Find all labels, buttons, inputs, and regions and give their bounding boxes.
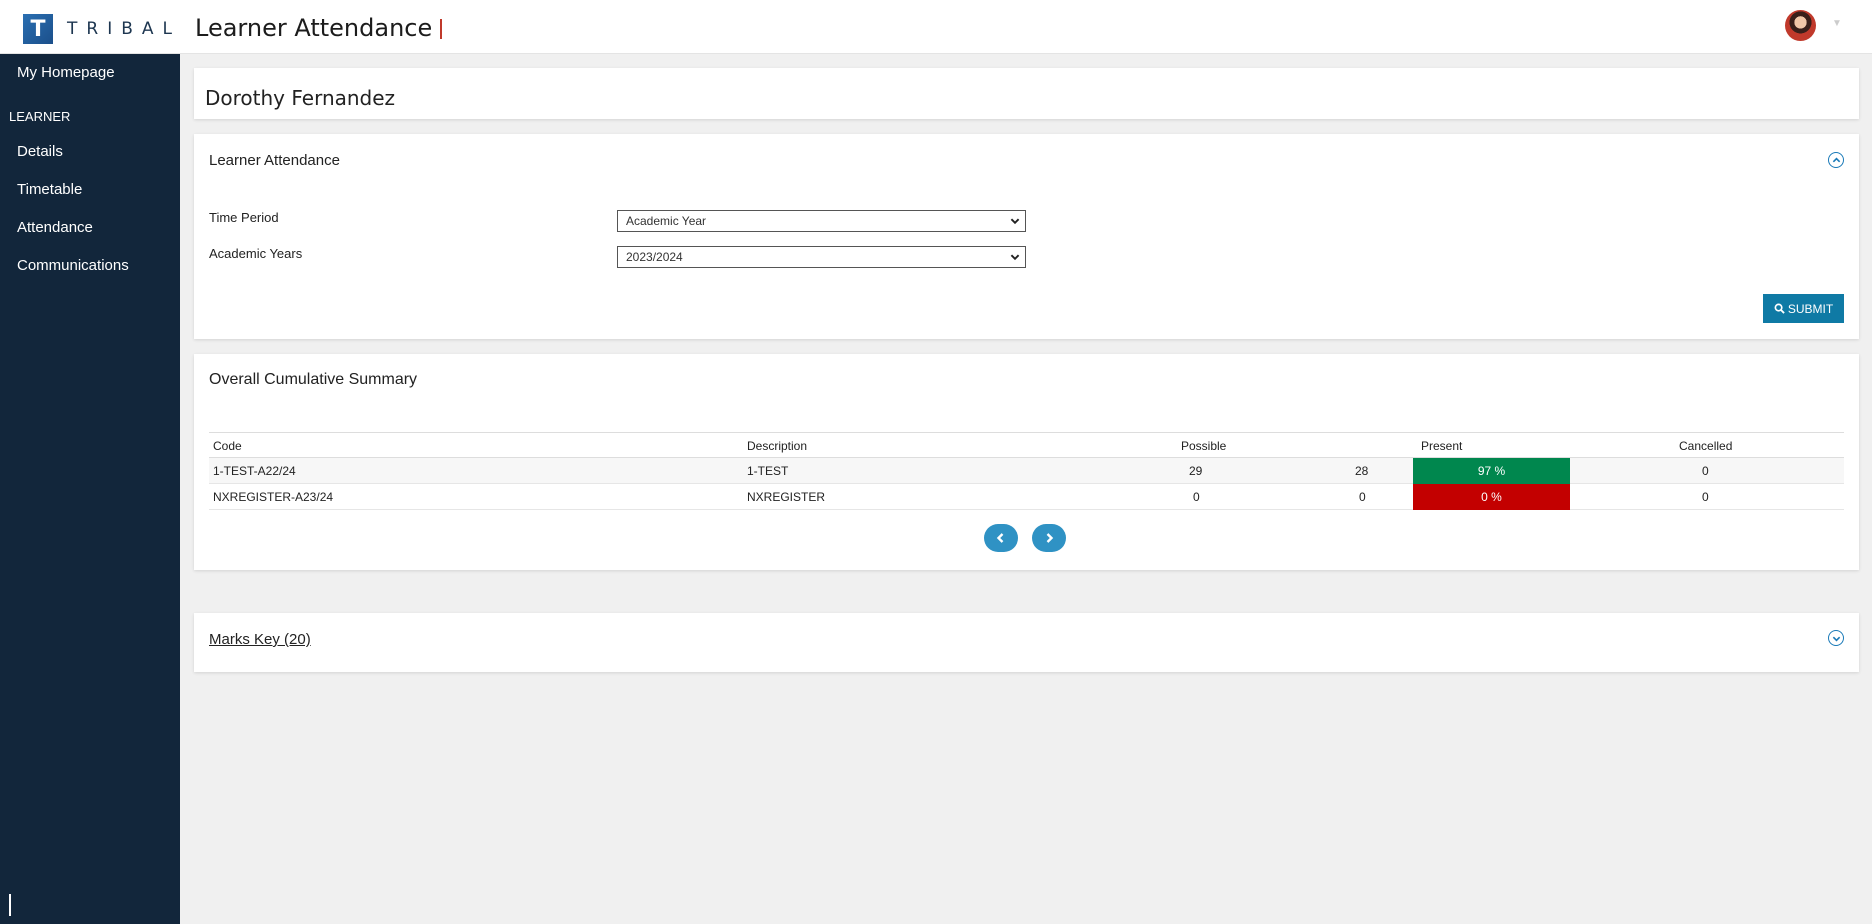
chevron-up-icon[interactable] <box>1828 152 1844 168</box>
row-possible: 29 <box>1189 464 1203 478</box>
sidebar-item-attendance[interactable]: Attendance <box>17 219 93 236</box>
row-description: 1-TEST <box>747 464 789 478</box>
row-cancelled: 0 <box>1702 490 1709 504</box>
summary-title: Overall Cumulative Summary <box>209 371 418 388</box>
chevron-right-icon <box>1046 533 1054 543</box>
learner-name-card: Dorothy Fernandez <box>194 68 1859 119</box>
sidebar-item-my-homepage[interactable]: My Homepage <box>17 64 115 81</box>
row-present-count: 0 <box>1359 490 1366 504</box>
sidebar: My Homepage LEARNER Details Timetable At… <box>0 54 180 924</box>
chevron-down-icon <box>1010 218 1020 225</box>
chevron-down-icon[interactable]: ▼ <box>1832 18 1842 29</box>
attendance-filter-card: Learner Attendance Time Period Academic … <box>194 134 1859 339</box>
sidebar-item-details[interactable]: Details <box>17 143 63 160</box>
table-header: Code Description Possible Present Cancel… <box>209 432 1844 458</box>
chevron-left-icon <box>996 533 1004 543</box>
marks-key-card: Marks Key (20) <box>194 613 1859 672</box>
summary-card: Overall Cumulative Summary Code Descript… <box>194 354 1859 570</box>
marks-key-link[interactable]: Marks Key (20) <box>209 631 311 648</box>
avatar[interactable] <box>1785 10 1816 41</box>
title-cursor <box>440 19 443 39</box>
table-row: 1-TEST-A22/24 1-TEST 29 28 97 % 0 <box>209 458 1844 484</box>
time-period-value: Academic Year <box>626 214 707 228</box>
academic-years-value: 2023/2024 <box>626 250 683 264</box>
learner-name: Dorothy Fernandez <box>205 86 396 110</box>
col-code: Code <box>213 439 242 453</box>
academic-years-select[interactable]: 2023/2024 <box>617 246 1026 268</box>
submit-label: SUBMIT <box>1787 301 1834 316</box>
time-period-select[interactable]: Academic Year <box>617 210 1026 232</box>
submit-button[interactable]: SUBMIT <box>1763 294 1844 323</box>
col-present: Present <box>1421 439 1463 453</box>
row-cancelled: 0 <box>1702 464 1709 478</box>
table-row: NXREGISTER-A23/24 NXREGISTER 0 0 0 % 0 <box>209 484 1844 510</box>
summary-table: Code Description Possible Present Cancel… <box>209 432 1844 510</box>
row-description: NXREGISTER <box>747 490 826 504</box>
sidebar-item-communications[interactable]: Communications <box>17 257 129 274</box>
logo-text: TRIBAL <box>67 19 181 39</box>
top-bar: T TRIBAL Learner Attendance ▼ <box>0 0 1872 54</box>
row-present-count: 28 <box>1355 464 1369 478</box>
col-description: Description <box>747 439 808 453</box>
attendance-panel-title: Learner Attendance <box>209 152 340 169</box>
col-cancelled: Cancelled <box>1679 439 1733 453</box>
chevron-down-icon <box>1010 254 1020 261</box>
prev-page-button[interactable] <box>984 524 1018 552</box>
sidebar-item-timetable[interactable]: Timetable <box>17 181 82 198</box>
next-page-button[interactable] <box>1032 524 1066 552</box>
tribal-logo[interactable]: T TRIBAL <box>23 14 181 44</box>
row-code: 1-TEST-A22/24 <box>213 464 296 478</box>
academic-years-label: Academic Years <box>209 246 303 261</box>
page-title-text: Learner Attendance <box>195 14 433 42</box>
row-code: NXREGISTER-A23/24 <box>213 490 334 504</box>
search-icon <box>1774 303 1785 314</box>
sidebar-section-learner: LEARNER <box>9 109 71 124</box>
col-possible: Possible <box>1181 439 1227 453</box>
row-possible: 0 <box>1193 490 1200 504</box>
text-cursor <box>9 894 11 916</box>
row-present-percent: 97 % <box>1413 458 1570 484</box>
row-present-percent: 0 % <box>1413 484 1570 510</box>
time-period-label: Time Period <box>209 210 279 225</box>
logo-mark: T <box>23 14 53 44</box>
chevron-down-icon[interactable] <box>1828 630 1844 646</box>
page-title: Learner Attendance <box>195 14 443 42</box>
